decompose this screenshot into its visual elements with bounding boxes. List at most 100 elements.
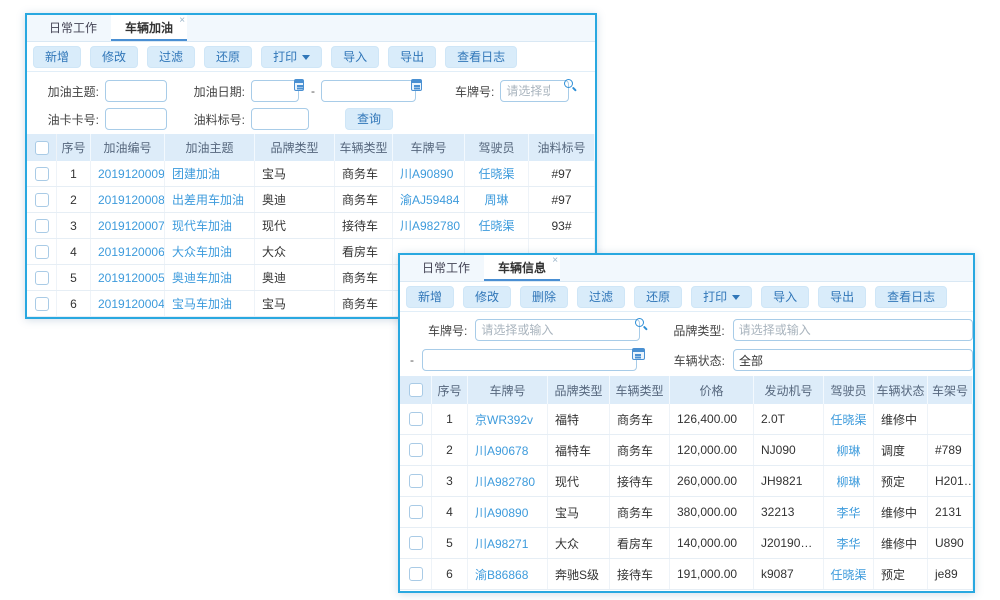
cell-driver[interactable]: 任晓渠 bbox=[465, 213, 529, 238]
cell-brand-type: 大众 bbox=[255, 239, 335, 264]
close-icon[interactable]: × bbox=[552, 256, 558, 266]
cell-vehicle-status: 维修中 bbox=[874, 404, 928, 434]
cell-plate-no[interactable]: 川A90890 bbox=[468, 497, 548, 527]
cell-refuel-topic[interactable]: 现代车加油 bbox=[165, 213, 255, 238]
col-plate-no: 车牌号 bbox=[393, 134, 465, 161]
row-checkbox[interactable] bbox=[409, 412, 423, 426]
print-button[interactable]: 打印 bbox=[691, 286, 752, 308]
cell-plate-no[interactable]: 川A90890 bbox=[393, 161, 465, 186]
fuel-card-input[interactable] bbox=[105, 108, 167, 130]
close-icon[interactable]: × bbox=[179, 16, 185, 26]
cell-driver[interactable]: 周琳 bbox=[465, 187, 529, 212]
restore-button[interactable]: 还原 bbox=[204, 46, 252, 68]
cell-brand-type: 奥迪 bbox=[255, 265, 335, 290]
cell-plate-no[interactable]: 川A90678 bbox=[468, 435, 548, 465]
cell-refuel-no[interactable]: 2019120007 bbox=[91, 213, 165, 238]
refuel-tab-bar: 日常工作 车辆加油 × bbox=[27, 15, 595, 42]
row-checkbox[interactable] bbox=[35, 297, 49, 311]
filter-button[interactable]: 过滤 bbox=[577, 286, 625, 308]
row-checkbox[interactable] bbox=[409, 474, 423, 488]
cell-plate-no[interactable]: 渝AJ59484 bbox=[393, 187, 465, 212]
row-checkbox[interactable] bbox=[409, 443, 423, 457]
cell-refuel-topic[interactable]: 大众车加油 bbox=[165, 239, 255, 264]
cell-driver[interactable]: 柳琳 bbox=[824, 435, 874, 465]
cell-refuel-topic[interactable]: 团建加油 bbox=[165, 161, 255, 186]
row-checkbox[interactable] bbox=[35, 167, 49, 181]
cell-price: 126,400.00 bbox=[670, 404, 754, 434]
row-checkbox[interactable] bbox=[35, 245, 49, 259]
cell-frame-no: je89 bbox=[928, 559, 973, 589]
row-checkbox[interactable] bbox=[409, 536, 423, 550]
export-button[interactable]: 导出 bbox=[818, 286, 866, 308]
row-checkbox[interactable] bbox=[35, 219, 49, 233]
calendar-icon[interactable] bbox=[411, 79, 422, 91]
cell-refuel-no[interactable]: 2019120009 bbox=[91, 161, 165, 186]
cell-refuel-no[interactable]: 2019120005 bbox=[91, 265, 165, 290]
date-end-input[interactable] bbox=[422, 349, 637, 371]
refuel-topic-input[interactable] bbox=[105, 80, 167, 102]
header-checkbox[interactable] bbox=[35, 141, 49, 155]
cell-refuel-no[interactable]: 2019120006 bbox=[91, 239, 165, 264]
restore-button[interactable]: 还原 bbox=[634, 286, 682, 308]
cell-plate-no[interactable]: 川A982780 bbox=[393, 213, 465, 238]
search-icon[interactable] bbox=[564, 79, 574, 91]
tab-vehicle-refuel[interactable]: 车辆加油 × bbox=[111, 15, 187, 41]
cell-driver[interactable]: 任晓渠 bbox=[824, 559, 874, 589]
cell-refuel-topic[interactable]: 奥迪车加油 bbox=[165, 265, 255, 290]
vehicle-status-select[interactable] bbox=[733, 349, 973, 371]
row-checkbox[interactable] bbox=[409, 505, 423, 519]
cell-driver[interactable]: 任晓渠 bbox=[465, 161, 529, 186]
tab-vehicle-info[interactable]: 车辆信息 × bbox=[484, 255, 560, 281]
cell-driver[interactable]: 李华 bbox=[824, 497, 874, 527]
cell-seq: 5 bbox=[432, 528, 468, 558]
import-button[interactable]: 导入 bbox=[331, 46, 379, 68]
refuel-plate-input[interactable] bbox=[500, 80, 568, 102]
cell-vehicle-status: 预定 bbox=[874, 559, 928, 589]
cell-refuel-topic[interactable]: 出差用车加油 bbox=[165, 187, 255, 212]
edit-button[interactable]: 修改 bbox=[463, 286, 511, 308]
cell-driver[interactable]: 任晓渠 bbox=[824, 404, 874, 434]
print-button[interactable]: 打印 bbox=[261, 46, 322, 68]
refuel-date-end-input[interactable] bbox=[321, 80, 416, 102]
cell-plate-no[interactable]: 京WR392v bbox=[468, 404, 548, 434]
col-vehicle-status: 车辆状态 bbox=[874, 376, 928, 404]
vehicle-table-header: 序号 车牌号 品牌类型 车辆类型 价格 发动机号 驾驶员 车辆状态 车架号 bbox=[400, 376, 973, 404]
fuel-grade-input[interactable] bbox=[251, 108, 309, 130]
add-button[interactable]: 新增 bbox=[33, 46, 81, 68]
cell-brand-type: 现代 bbox=[548, 466, 610, 496]
row-checkbox[interactable] bbox=[35, 271, 49, 285]
cell-price: 260,000.00 bbox=[670, 466, 754, 496]
cell-refuel-topic[interactable]: 宝马车加油 bbox=[165, 291, 255, 316]
tab-daily-work[interactable]: 日常工作 bbox=[35, 15, 111, 41]
calendar-icon[interactable] bbox=[632, 348, 644, 360]
cell-refuel-no[interactable]: 2019120004 bbox=[91, 291, 165, 316]
cell-brand-type: 福特车 bbox=[548, 435, 610, 465]
add-button[interactable]: 新增 bbox=[406, 286, 454, 308]
caret-down-icon bbox=[732, 295, 740, 300]
cell-plate-no[interactable]: 川A982780 bbox=[468, 466, 548, 496]
vehicle-plate-input[interactable] bbox=[475, 319, 640, 341]
import-button[interactable]: 导入 bbox=[761, 286, 809, 308]
filter-button[interactable]: 过滤 bbox=[147, 46, 195, 68]
calendar-icon[interactable] bbox=[294, 79, 304, 91]
cell-seq: 5 bbox=[57, 265, 91, 290]
search-icon[interactable] bbox=[635, 318, 646, 330]
brand-type-input[interactable] bbox=[733, 319, 973, 341]
cell-refuel-no[interactable]: 2019120008 bbox=[91, 187, 165, 212]
cell-driver[interactable]: 柳琳 bbox=[824, 466, 874, 496]
tab-daily-work[interactable]: 日常工作 bbox=[408, 255, 484, 281]
cell-plate-no[interactable]: 渝B86868 bbox=[468, 559, 548, 589]
view-log-button[interactable]: 查看日志 bbox=[445, 46, 517, 68]
edit-button[interactable]: 修改 bbox=[90, 46, 138, 68]
refuel-date-start-input[interactable] bbox=[251, 80, 299, 102]
query-button[interactable]: 查询 bbox=[345, 108, 393, 130]
export-button[interactable]: 导出 bbox=[388, 46, 436, 68]
delete-button[interactable]: 删除 bbox=[520, 286, 568, 308]
header-checkbox[interactable] bbox=[409, 383, 423, 397]
row-checkbox[interactable] bbox=[35, 193, 49, 207]
view-log-button[interactable]: 查看日志 bbox=[875, 286, 947, 308]
cell-driver[interactable]: 李华 bbox=[824, 528, 874, 558]
cell-plate-no[interactable]: 川A98271 bbox=[468, 528, 548, 558]
row-checkbox[interactable] bbox=[409, 567, 423, 581]
table-row: 1 2019120009 团建加油 宝马 商务车 川A90890 任晓渠 #97 bbox=[27, 161, 595, 187]
